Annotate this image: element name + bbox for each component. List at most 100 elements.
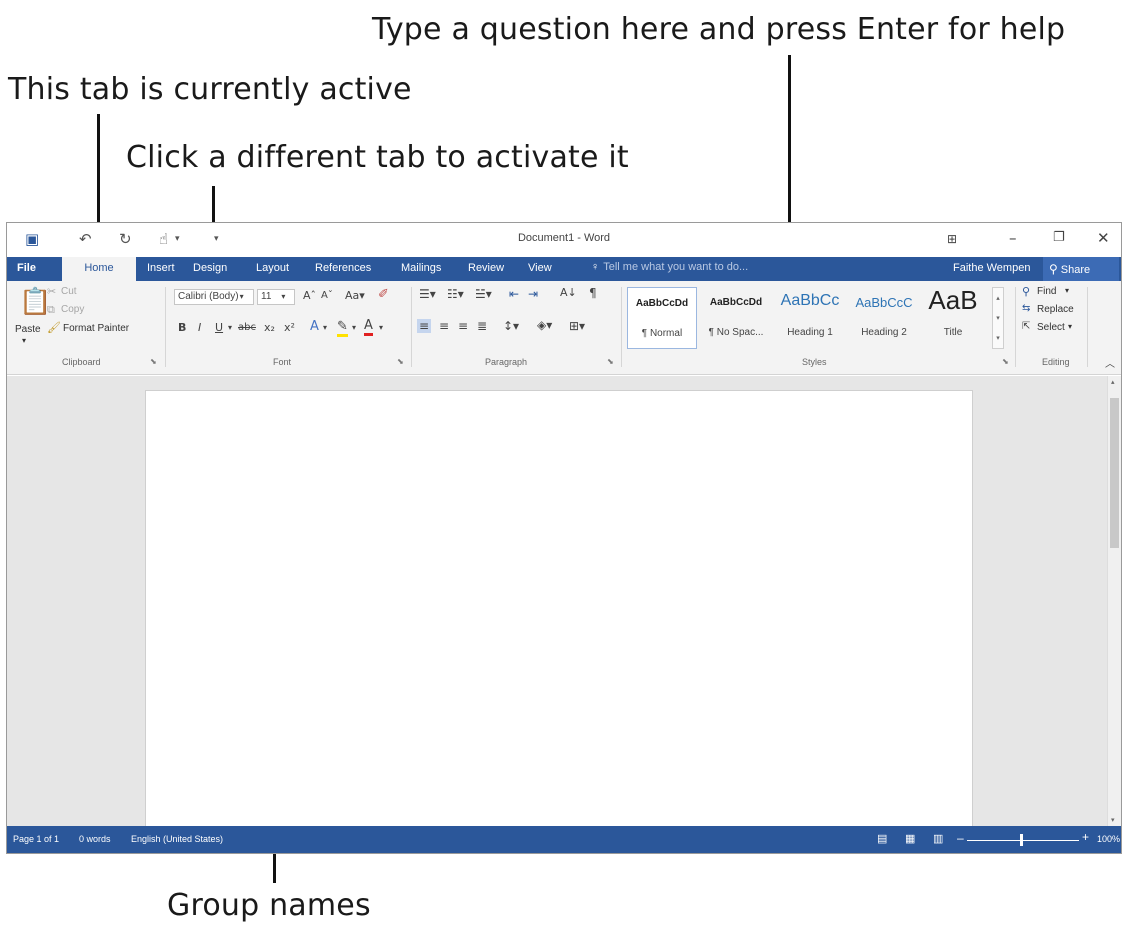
font-color-dropdown-icon[interactable]: ▾ xyxy=(379,323,383,332)
styles-launcher-icon[interactable]: ⬊ xyxy=(1002,357,1009,366)
title-bar: ▣ ↶ ↻ ☝ ▾ ▾ Document1 - Word ⊞ – ❐ ✕ xyxy=(7,223,1121,257)
grow-font-icon[interactable]: Aˆ xyxy=(303,289,316,302)
minimize-icon[interactable]: – xyxy=(1009,229,1017,247)
style-title[interactable]: AaB Title xyxy=(923,285,983,349)
highlight-icon[interactable]: ✎ xyxy=(337,319,348,337)
callout-active-tab: This tab is currently active xyxy=(8,72,412,107)
zoom-slider[interactable] xyxy=(967,840,1079,841)
subscript-icon[interactable]: x₂ xyxy=(264,321,275,334)
multilevel-list-icon[interactable]: ☱▾ xyxy=(475,287,492,301)
share-button[interactable]: ⚲ Share xyxy=(1043,257,1119,281)
tab-file[interactable]: File xyxy=(17,262,36,274)
copy-button[interactable]: Copy xyxy=(61,304,84,315)
style-normal[interactable]: AaBbCcDd ¶ Normal xyxy=(627,287,697,349)
text-effects-dropdown-icon[interactable]: ▾ xyxy=(323,323,327,332)
style-no-spacing[interactable]: AaBbCcDd ¶ No Spac... xyxy=(701,287,771,349)
font-launcher-icon[interactable]: ⬊ xyxy=(397,357,404,366)
tab-view[interactable]: View xyxy=(528,262,552,274)
read-mode-icon[interactable]: ▤ xyxy=(877,832,887,845)
show-marks-icon[interactable]: ¶ xyxy=(589,286,597,300)
numbering-icon[interactable]: ☷▾ xyxy=(447,287,464,301)
format-painter-icon: 🖌 xyxy=(47,321,61,334)
bullets-icon[interactable]: ☰▾ xyxy=(419,287,436,301)
status-page[interactable]: Page 1 of 1 xyxy=(13,834,59,844)
tab-home[interactable]: Home xyxy=(62,257,136,281)
chevron-up-icon[interactable]: ▴ xyxy=(996,294,1000,302)
tell-me-box[interactable]: ♀ Tell me what you want to do... xyxy=(591,261,748,273)
underline-icon[interactable]: U xyxy=(215,321,223,334)
select-icon: ⇱ xyxy=(1022,321,1031,332)
underline-dropdown-icon[interactable]: ▾ xyxy=(228,323,232,332)
tab-mailings[interactable]: Mailings xyxy=(401,262,441,274)
shrink-font-icon[interactable]: Aˇ xyxy=(321,290,333,301)
font-color-icon[interactable]: A xyxy=(364,318,373,336)
web-layout-icon[interactable]: ▥ xyxy=(933,832,943,845)
word-window: ▣ ↶ ↻ ☝ ▾ ▾ Document1 - Word ⊞ – ❐ ✕ Fil… xyxy=(6,222,1122,854)
close-icon[interactable]: ✕ xyxy=(1097,229,1110,247)
style-heading-1[interactable]: AaBbCc Heading 1 xyxy=(775,287,845,349)
ribbon-display-options-icon[interactable]: ⊞ xyxy=(947,232,957,246)
font-size-box[interactable]: 11 ▾ xyxy=(257,289,295,305)
print-layout-icon[interactable]: ▦ xyxy=(905,832,915,845)
vertical-scrollbar[interactable]: ▴ ▾ xyxy=(1107,376,1121,826)
style-name: ¶ No Spac... xyxy=(708,327,764,338)
tab-references[interactable]: References xyxy=(315,262,371,274)
chevron-down-icon: ▾ xyxy=(281,292,286,301)
tab-insert[interactable]: Insert xyxy=(147,262,175,274)
ribbon-tab-bar: File Home Insert Design Layout Reference… xyxy=(7,257,1121,281)
align-right-icon[interactable]: ≡ xyxy=(458,319,468,333)
format-painter-button[interactable]: Format Painter xyxy=(63,323,129,334)
collapse-ribbon-icon[interactable]: ︿ xyxy=(1105,355,1115,370)
change-case-icon[interactable]: Aa▾ xyxy=(345,289,365,302)
align-center-icon[interactable]: ≡ xyxy=(439,319,449,333)
superscript-icon[interactable]: x² xyxy=(284,321,295,334)
paste-button[interactable]: Paste xyxy=(15,324,41,335)
tab-design[interactable]: Design xyxy=(193,262,227,274)
more-icon[interactable]: ▾ xyxy=(996,334,1000,342)
decrease-indent-icon[interactable]: ⇤ xyxy=(509,287,519,301)
sort-icon[interactable]: A↓ xyxy=(560,286,577,299)
find-dropdown-icon[interactable]: ▾ xyxy=(1065,286,1069,295)
text-effects-icon[interactable]: A xyxy=(310,319,319,334)
italic-icon[interactable]: I xyxy=(198,321,201,334)
document-page[interactable] xyxy=(145,390,973,835)
line-spacing-icon[interactable]: ↕▾ xyxy=(503,319,519,333)
style-heading-2[interactable]: AaBbCcC Heading 2 xyxy=(849,287,919,349)
zoom-in-icon[interactable]: + xyxy=(1082,830,1089,844)
shading-icon[interactable]: ◈▾ xyxy=(537,318,552,332)
scroll-up-icon[interactable]: ▴ xyxy=(1111,378,1115,386)
highlight-dropdown-icon[interactable]: ▾ xyxy=(352,323,356,332)
increase-indent-icon[interactable]: ⇥ xyxy=(528,287,538,301)
font-name-box[interactable]: Calibri (Body)▾ xyxy=(174,289,254,305)
find-button[interactable]: Find xyxy=(1037,286,1056,297)
chevron-down-icon[interactable]: ▾ xyxy=(996,314,1000,322)
scroll-down-icon[interactable]: ▾ xyxy=(1111,816,1115,824)
paragraph-launcher-icon[interactable]: ⬊ xyxy=(607,357,614,366)
status-language[interactable]: English (United States) xyxy=(131,834,223,844)
tab-layout[interactable]: Layout xyxy=(256,262,289,274)
scrollbar-thumb[interactable] xyxy=(1110,398,1119,548)
select-button[interactable]: Select xyxy=(1037,322,1065,333)
paste-dropdown-icon[interactable]: ▾ xyxy=(22,336,26,345)
replace-icon: ⇆ xyxy=(1022,303,1031,314)
clipboard-launcher-icon[interactable]: ⬊ xyxy=(150,357,157,366)
bold-icon[interactable]: B xyxy=(178,321,186,334)
style-sample: AaBbCcC xyxy=(855,295,913,310)
align-left-icon[interactable]: ≡ xyxy=(417,319,432,333)
select-dropdown-icon[interactable]: ▾ xyxy=(1068,322,1072,331)
user-name[interactable]: Faithe Wempen xyxy=(953,262,1030,274)
replace-button[interactable]: Replace xyxy=(1037,304,1074,315)
strikethrough-icon[interactable]: abc xyxy=(238,322,256,333)
zoom-slider-thumb[interactable] xyxy=(1020,834,1023,846)
borders-icon[interactable]: ⊞▾ xyxy=(569,319,585,333)
clear-formatting-icon[interactable]: ✐ xyxy=(378,287,389,302)
styles-gallery-scroll[interactable]: ▴ ▾ ▾ xyxy=(992,287,1004,349)
cut-button[interactable]: Cut xyxy=(61,286,77,297)
justify-icon[interactable]: ≣ xyxy=(477,319,487,333)
tab-review[interactable]: Review xyxy=(468,262,504,274)
zoom-out-icon[interactable]: – xyxy=(957,831,964,845)
status-words[interactable]: 0 words xyxy=(79,834,111,844)
zoom-level[interactable]: 100% xyxy=(1097,834,1120,844)
restore-icon[interactable]: ❐ xyxy=(1053,230,1065,245)
chevron-down-icon: ▾ xyxy=(239,292,244,301)
